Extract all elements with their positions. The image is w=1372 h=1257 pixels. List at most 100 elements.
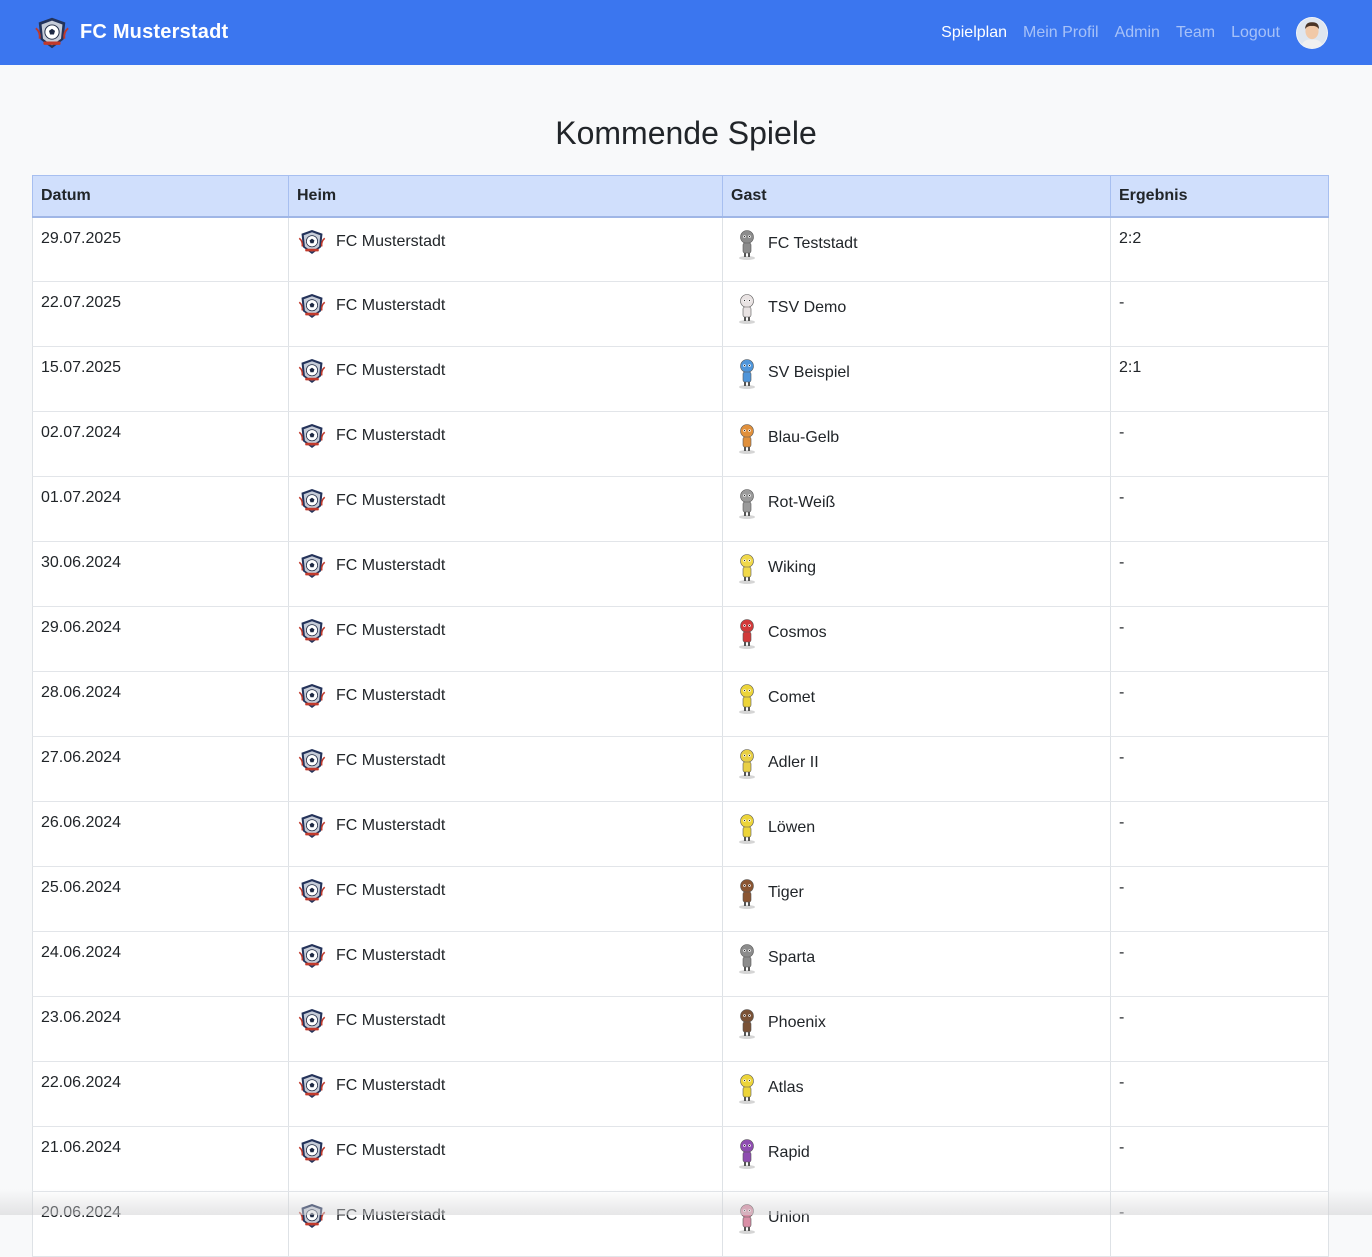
match-result: - — [1119, 489, 1125, 506]
home-team-name: FC Musterstadt — [336, 232, 446, 250]
table-row: 29.07.2025 FC Musterstadt FC Teststadt 2:2 — [32, 216, 1329, 282]
guest-cell: Cosmos — [722, 606, 1111, 672]
nav-admin[interactable]: Admin — [1115, 24, 1160, 42]
club-crest-icon — [298, 294, 326, 318]
guest-team-name: Sparta — [768, 949, 816, 966]
club-crest-icon — [298, 944, 326, 968]
match-result: - — [1119, 684, 1125, 701]
guest-team-name: Union — [768, 1209, 810, 1226]
home-cell: FC Musterstadt — [288, 1126, 723, 1192]
date-cell: 26.06.2024 — [32, 801, 289, 867]
nav-team[interactable]: Team — [1176, 24, 1215, 42]
table-body: 29.07.2025 FC Musterstadt FC Teststadt 2:2 2… — [32, 216, 1329, 1257]
home-cell: FC Musterstadt — [288, 476, 723, 542]
date-cell: 01.07.2024 — [32, 476, 289, 542]
club-crest-icon — [298, 749, 326, 773]
guest-cell: Tiger — [722, 866, 1111, 932]
guest-cell: Rot-Weiß — [722, 476, 1111, 542]
table-row: 26.06.2024 FC Musterstadt Löwen - — [32, 801, 1329, 867]
schedule-table: Datum Heim Gast Ergebnis 29.07.2025 FC Mu… — [32, 175, 1329, 1257]
result-cell: - — [1110, 606, 1329, 672]
table-row: 21.06.2024 FC Musterstadt Rapid - — [32, 1126, 1329, 1192]
club-crest-icon — [298, 359, 326, 383]
match-result: 2:2 — [1119, 229, 1142, 247]
home-team-name: FC Musterstadt — [336, 817, 446, 834]
brand-link[interactable]: FC Musterstadt — [33, 14, 228, 52]
match-result: - — [1119, 424, 1125, 441]
home-team-name: FC Musterstadt — [336, 492, 446, 509]
result-cell: - — [1110, 476, 1329, 542]
match-result: - — [1119, 294, 1125, 311]
table-row: 01.07.2024 FC Musterstadt Rot-Weiß - — [32, 476, 1329, 542]
nav-logout[interactable]: Logout — [1231, 24, 1280, 42]
guest-cell: Sparta — [722, 931, 1111, 997]
opponent-mascot-icon — [739, 359, 755, 389]
guest-team-name: Wiking — [768, 559, 817, 576]
match-date: 02.07.2024 — [41, 424, 122, 441]
date-cell: 22.06.2024 — [32, 1061, 289, 1127]
match-result: - — [1119, 1139, 1125, 1156]
guest-team-name: Comet — [768, 689, 816, 706]
result-cell: - — [1110, 411, 1329, 477]
opponent-mascot-icon — [739, 294, 755, 324]
guest-team-name: Löwen — [768, 819, 816, 836]
user-avatar-icon[interactable] — [1296, 16, 1328, 49]
date-cell: 28.06.2024 — [32, 671, 289, 737]
guest-team-name: TSV Demo — [768, 299, 847, 316]
club-crest-icon — [298, 1139, 326, 1163]
column-header-ergebnis[interactable]: Ergebnis — [1110, 175, 1329, 218]
result-cell: - — [1110, 736, 1329, 802]
date-cell: 15.07.2025 — [32, 346, 289, 412]
club-crest-icon — [298, 489, 326, 513]
home-cell: FC Musterstadt — [288, 801, 723, 867]
home-team-name: FC Musterstadt — [336, 1077, 446, 1094]
match-date: 29.07.2025 — [41, 229, 122, 247]
guest-cell: Wiking — [722, 541, 1111, 607]
nav-mein-profil[interactable]: Mein Profil — [1023, 24, 1099, 42]
home-team-name: FC Musterstadt — [336, 1142, 446, 1159]
guest-cell: Rapid — [722, 1126, 1111, 1192]
result-cell: 2:2 — [1110, 216, 1329, 282]
date-cell: 22.07.2025 — [32, 281, 289, 347]
club-crest-icon — [298, 619, 326, 643]
match-result: - — [1119, 1009, 1125, 1026]
date-cell: 24.06.2024 — [32, 931, 289, 997]
match-date: 30.06.2024 — [41, 554, 122, 571]
match-date: 24.06.2024 — [41, 944, 122, 961]
home-cell: FC Musterstadt — [288, 931, 723, 997]
guest-cell: Atlas — [722, 1061, 1111, 1127]
nav-spielplan[interactable]: Spielplan — [941, 24, 1007, 42]
opponent-mascot-icon — [739, 619, 755, 649]
guest-team-name: Atlas — [768, 1079, 804, 1096]
home-team-name: FC Musterstadt — [336, 1207, 446, 1224]
table-row: 23.06.2024 FC Musterstadt Phoenix - — [32, 996, 1329, 1062]
club-crest-icon — [298, 879, 326, 903]
home-team-name: FC Musterstadt — [336, 427, 446, 444]
guest-team-name: Phoenix — [768, 1014, 826, 1031]
home-team-name: FC Musterstadt — [336, 557, 446, 574]
club-crest-icon — [298, 1009, 326, 1033]
match-result: - — [1119, 944, 1125, 961]
club-crest-icon — [298, 424, 326, 448]
match-result: - — [1119, 749, 1125, 766]
column-header-gast[interactable]: Gast — [722, 175, 1111, 218]
match-date: 22.06.2024 — [41, 1074, 122, 1091]
home-cell: FC Musterstadt — [288, 541, 723, 607]
table-row: 25.06.2024 FC Musterstadt Tiger - — [32, 866, 1329, 932]
column-header-heim[interactable]: Heim — [288, 175, 723, 218]
table-row: 28.06.2024 FC Musterstadt Comet - — [32, 671, 1329, 737]
opponent-mascot-icon — [739, 1139, 755, 1169]
result-cell: - — [1110, 1126, 1329, 1192]
date-cell: 25.06.2024 — [32, 866, 289, 932]
guest-cell: SV Beispiel — [722, 346, 1111, 412]
home-team-name: FC Musterstadt — [336, 947, 446, 964]
match-date: 01.07.2024 — [41, 489, 122, 506]
home-team-name: FC Musterstadt — [336, 1012, 446, 1029]
guest-cell: Union — [722, 1191, 1111, 1257]
result-cell: - — [1110, 866, 1329, 932]
guest-team-name: Rot-Weiß — [768, 494, 836, 511]
match-result: - — [1119, 814, 1125, 831]
column-header-datum[interactable]: Datum — [32, 175, 289, 218]
match-date: 21.06.2024 — [41, 1139, 122, 1156]
home-cell: FC Musterstadt — [288, 606, 723, 672]
